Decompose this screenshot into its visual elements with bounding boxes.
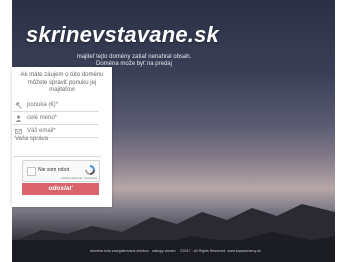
recaptcha-widget: Nie som robot Ochrana súkromia · Podmien… [22,160,100,182]
footer: doména bola zaregistrovaná službou nákup… [12,240,335,262]
full-name-placeholder: celé meno* [27,115,58,121]
footer-copyright: ©2017 · All Rights Reserved. www.kupadom… [180,249,261,253]
offer-amount-field[interactable]: ponuka (€)* [13,100,99,112]
message-textarea[interactable]: Vaša správa [13,136,101,157]
recaptcha-label: Nie som robot [38,167,70,173]
form-intro-text: Ak máte záujem o túto doménu môžete spra… [20,72,104,93]
footer-registered-text[interactable]: doména bola zaregistrovaná službou [90,249,149,253]
footer-domains-link[interactable]: nákupy domén [152,249,176,253]
envelope-icon [15,129,22,134]
recaptcha-logo-icon [85,165,95,175]
user-icon [15,115,22,122]
full-name-field[interactable]: celé meno* [13,113,99,125]
offer-amount-placeholder: ponuka (€)* [27,102,59,108]
gavel-icon [15,102,22,109]
submit-button[interactable]: odoslať [22,183,99,195]
recaptcha-legal-links[interactable]: Ochrana súkromia · Podmienky [61,177,97,180]
recaptcha-checkbox[interactable] [27,167,36,176]
site-title: skrinevstavane.sk [26,22,219,47]
